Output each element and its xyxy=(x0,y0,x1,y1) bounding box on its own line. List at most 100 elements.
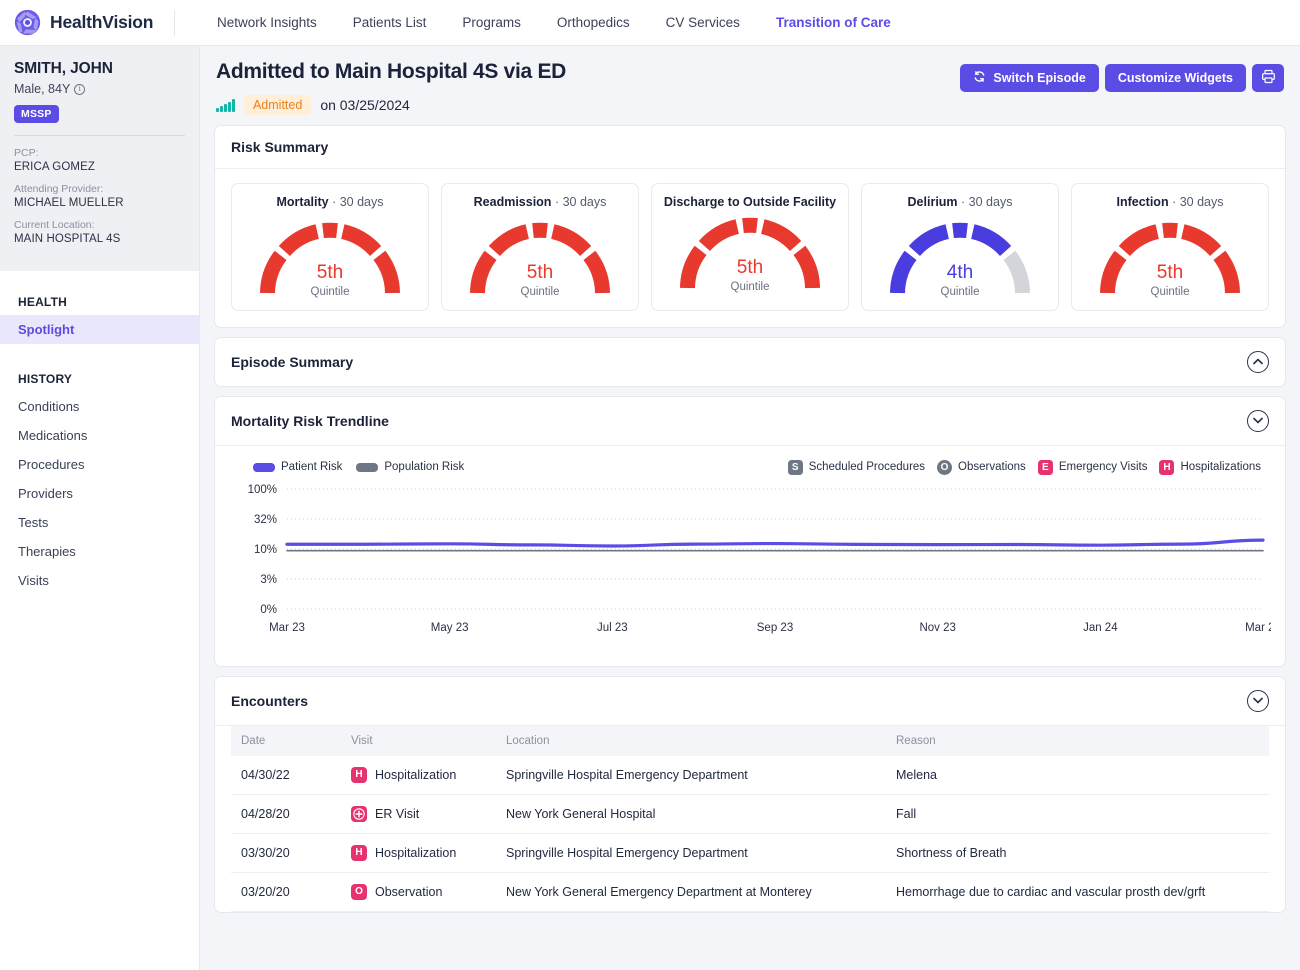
nav-item-patients-list[interactable]: Patients List xyxy=(335,9,445,36)
sidebar-divider xyxy=(14,135,185,136)
emergency-visits-icon: E xyxy=(1037,459,1053,475)
risk-gauges: Mortality · 30 days 5th Quintile Readmis… xyxy=(215,169,1285,327)
table-row[interactable]: 03/30/20 H Hospitalization Springville H… xyxy=(231,833,1269,873)
sidebar-item-therapies[interactable]: Therapies xyxy=(0,537,199,566)
cell-reason: Shortness of Breath xyxy=(886,833,1269,873)
location-value: MAIN HOSPITAL 4S xyxy=(14,233,121,245)
gauge-center-infection: 5th Quintile xyxy=(1095,263,1245,298)
observations-icon: O xyxy=(937,459,953,475)
sidebar-item-conditions[interactable]: Conditions xyxy=(0,392,199,421)
gauge-center-mortality: 5th Quintile xyxy=(255,263,405,298)
table-row[interactable]: 04/30/22 H Hospitalization Springville H… xyxy=(231,755,1269,795)
switch-episode-label: Switch Episode xyxy=(993,71,1086,85)
cell-date: 04/28/20 xyxy=(231,794,341,834)
table-row[interactable]: 03/20/20 O Observation New York General … xyxy=(231,872,1269,912)
legend-scheduled-procedures[interactable]: S Scheduled Procedures xyxy=(787,459,925,475)
page-subheader: Admitted on 03/25/2024 xyxy=(216,95,1284,115)
episode-summary-header[interactable]: Episode Summary xyxy=(215,338,1285,386)
gauge-value: 5th xyxy=(526,261,554,283)
brand-logo-area[interactable]: HealthVision xyxy=(0,9,168,36)
gauge-mortality[interactable]: Mortality · 30 days 5th Quintile xyxy=(231,183,429,311)
svg-text:Mar 23: Mar 23 xyxy=(269,622,305,634)
info-circle-icon[interactable]: i xyxy=(74,83,86,95)
trendline-header[interactable]: Mortality Risk Trendline xyxy=(215,397,1285,446)
sidebar-item-visits[interactable]: Visits xyxy=(0,566,199,595)
print-button[interactable] xyxy=(1252,64,1284,92)
sidebar-item-spotlight[interactable]: Spotlight xyxy=(0,315,199,344)
er-visit-icon xyxy=(351,805,367,822)
sidebar-item-providers[interactable]: Providers xyxy=(0,479,199,508)
chevron-up-icon[interactable] xyxy=(1247,350,1269,373)
chevron-down-icon[interactable] xyxy=(1247,689,1269,712)
legend-population-risk[interactable]: Population Risk xyxy=(356,461,464,473)
main-content: Admitted to Main Hospital 4S via ED Admi… xyxy=(200,46,1300,970)
column-header-visit[interactable]: Visit xyxy=(341,725,496,756)
sidebar-item-medications[interactable]: Medications xyxy=(0,421,199,450)
svg-text:Jan 24: Jan 24 xyxy=(1083,622,1118,634)
gauge-discharge-outside-facility[interactable]: Discharge to Outside Facility 5th Quinti… xyxy=(651,183,849,311)
attending-label: Attending Provider: xyxy=(14,183,104,195)
gauge-infection[interactable]: Infection · 30 days 5th Quintile xyxy=(1071,183,1269,311)
legend-observations[interactable]: O Observations xyxy=(937,459,1026,475)
gauge-arc-readmission: 5th Quintile xyxy=(465,218,615,300)
gauge-readmission[interactable]: Readmission · 30 days 5th Quintile xyxy=(441,183,639,311)
patient-field-location: Current Location: MAIN HOSPITAL 4S xyxy=(14,219,185,245)
chevron-down-icon[interactable] xyxy=(1247,409,1269,432)
encounters-title: Encounters xyxy=(231,692,309,709)
cell-location: New York General Hospital xyxy=(496,794,886,834)
visit-label: Hospitalization xyxy=(375,845,457,860)
legend-emergency-visits[interactable]: E Emergency Visits xyxy=(1037,459,1147,475)
switch-episode-button[interactable]: Switch Episode xyxy=(960,64,1099,92)
sidebar-nav: HEALTH Spotlight HISTORY Conditions Medi… xyxy=(0,271,199,595)
sidebar-item-procedures[interactable]: Procedures xyxy=(0,450,199,479)
gauge-quintile-label: Quintile xyxy=(520,285,560,298)
gauge-delirium[interactable]: Delirium · 30 days 4th Quintile xyxy=(861,183,1059,311)
hospitalization-icon: H xyxy=(351,844,367,861)
visit-cell: ER Visit xyxy=(351,805,486,822)
gauge-arc-delirium: 4th Quintile xyxy=(885,218,1035,300)
column-header-reason[interactable]: Reason xyxy=(886,725,1269,756)
sidebar-item-tests[interactable]: Tests xyxy=(0,508,199,537)
risk-summary-card: Risk Summary Mortality · 30 days 5th Qui… xyxy=(214,125,1286,328)
cell-location: Springville Hospital Emergency Departmen… xyxy=(496,755,886,795)
nav-item-programs[interactable]: Programs xyxy=(444,9,539,36)
hospitalizations-icon: H xyxy=(1159,459,1175,475)
body-wrapper: SMITH, JOHN Male, 84Y i MSSP PCP: ERICA … xyxy=(0,46,1300,970)
trendline-title: Mortality Risk Trendline xyxy=(231,412,389,429)
nav-item-cv-services[interactable]: CV Services xyxy=(648,9,758,36)
gauge-name: Delirium xyxy=(907,195,958,209)
column-header-location[interactable]: Location xyxy=(496,725,886,756)
gauge-period: 30 days xyxy=(562,195,607,209)
gauge-period-sep: · xyxy=(1172,195,1180,209)
gauge-title-discharge: Discharge to Outside Facility xyxy=(664,195,836,211)
legend-patient-risk[interactable]: Patient Risk xyxy=(253,461,342,473)
gauge-name: Infection xyxy=(1116,195,1169,209)
patient-field-pcp: PCP: ERICA GOMEZ xyxy=(14,147,185,173)
column-header-date[interactable]: Date xyxy=(231,725,341,756)
legend-swatch-icon xyxy=(356,462,379,472)
gauge-name: Discharge to Outside Facility xyxy=(663,195,837,209)
nav-item-transition-of-care[interactable]: Transition of Care xyxy=(758,9,909,36)
legend-hospitalizations[interactable]: H Hospitalizations xyxy=(1159,459,1261,475)
nav-item-network-insights[interactable]: Network Insights xyxy=(199,9,335,36)
cell-visit: H Hospitalization xyxy=(341,755,496,795)
gauge-arc-infection: 5th Quintile xyxy=(1095,218,1245,300)
header-actions: Switch Episode Customize Widgets xyxy=(960,64,1284,92)
table-row[interactable]: 04/28/20 ER Visit New York General Hospi… xyxy=(231,794,1269,834)
encounters-table: Date Visit Location Reason 04/30/22 H Ho… xyxy=(231,725,1269,912)
customize-widgets-button[interactable]: Customize Widgets xyxy=(1104,64,1246,92)
gauge-title-mortality: Mortality · 30 days xyxy=(277,195,384,211)
gauge-quintile-label: Quintile xyxy=(940,285,980,298)
encounters-header[interactable]: Encounters xyxy=(215,677,1285,726)
gauge-arc-mortality: 5th Quintile xyxy=(255,218,405,300)
location-label: Current Location: xyxy=(14,219,95,231)
legend-label: Observations xyxy=(958,461,1026,474)
svg-text:Sep 23: Sep 23 xyxy=(757,622,793,634)
nav-item-orthopedics[interactable]: Orthopedics xyxy=(539,9,648,36)
encounters-table-wrapper: Date Visit Location Reason 04/30/22 H Ho… xyxy=(215,725,1285,912)
hospitalization-icon: H xyxy=(351,766,367,783)
gauge-period-sep: · xyxy=(332,195,340,209)
gauge-center-readmission: 5th Quintile xyxy=(465,263,615,298)
svg-text:Jul 23: Jul 23 xyxy=(597,622,628,634)
gauge-title-infection: Infection · 30 days xyxy=(1117,195,1224,211)
